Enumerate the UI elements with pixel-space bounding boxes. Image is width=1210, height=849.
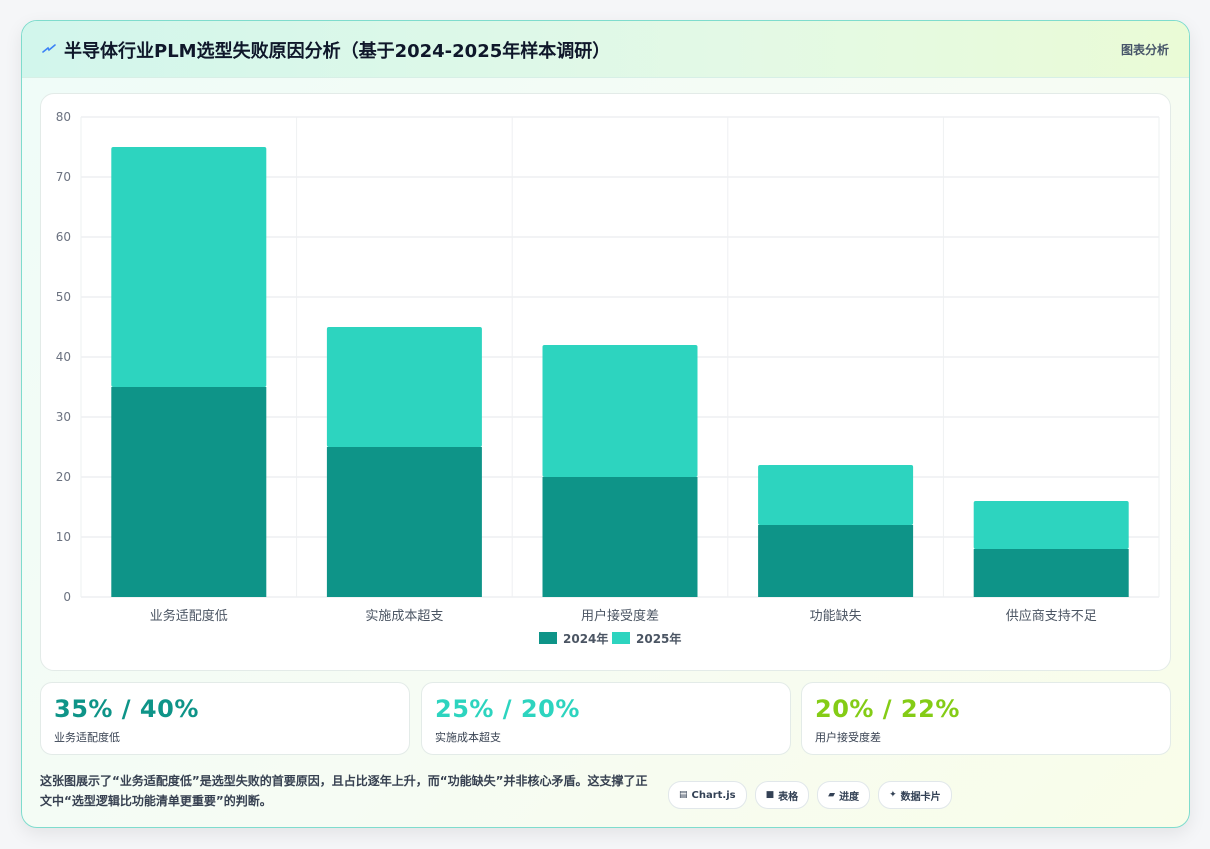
x-tick-label: 实施成本超支: [365, 609, 443, 624]
bar-2025: [111, 147, 267, 387]
stat-label: 实施成本超支: [435, 731, 501, 744]
bar-2025: [542, 345, 698, 477]
table-icon: ■: [765, 790, 775, 800]
chip-label: 进度: [839, 791, 860, 803]
sparkle-icon: ✦: [889, 790, 897, 800]
y-tick-label: 20: [56, 470, 71, 484]
bar-2025: [326, 327, 482, 447]
legend-swatch: [539, 632, 557, 644]
y-tick-label: 0: [63, 590, 71, 604]
bar-2025: [973, 501, 1129, 549]
stat-card-3: 20% / 22% 用户接受度差: [801, 682, 1171, 755]
chart-card: 半导体行业PLM选型失败原因分析（基于2024-2025年样本调研） 图表分析 …: [21, 20, 1190, 828]
stat-value: 25% / 20%: [435, 695, 580, 723]
legend-label: 2024年: [563, 631, 608, 646]
tool-chips: ▤ Chart.js ■ 表格 ▰ 进度 ✦ 数据卡片: [668, 781, 952, 809]
stat-card-1: 35% / 40% 业务适配度低: [40, 682, 410, 755]
stat-value: 35% / 40%: [54, 695, 199, 723]
bar-2025: [758, 465, 914, 525]
chip-table[interactable]: ■ 表格: [754, 781, 810, 809]
chip-data-card[interactable]: ✦ 数据卡片: [878, 781, 952, 809]
lightning-icon: [42, 44, 56, 53]
bar-2024: [542, 477, 698, 597]
x-tick-label: 用户接受度差: [581, 608, 659, 624]
stat-value: 20% / 22%: [815, 695, 960, 723]
x-tick-label: 业务适配度低: [150, 608, 228, 624]
chart-container: 0 10 20 30 40 50 60 70 80 业务适配度低 实施成本超支 用户接受度差 功能缺失 供…: [40, 93, 1171, 671]
bar-2024: [973, 549, 1129, 597]
chip-progress[interactable]: ▰ 进度: [817, 781, 871, 809]
y-tick-label: 70: [56, 170, 71, 184]
y-tick-label: 40: [56, 350, 71, 364]
bar-2024: [326, 447, 482, 597]
stat-label: 用户接受度差: [815, 731, 881, 744]
chip-label: 数据卡片: [900, 791, 941, 803]
y-tick-label: 30: [56, 410, 71, 424]
stacked-bar-chart: 0 10 20 30 40 50 60 70 80 业务适配度低 实施成本超支 用户接受度差 功能缺失 供…: [56, 110, 1160, 646]
y-tick-label: 60: [56, 230, 71, 244]
progress-icon: ▰: [828, 790, 836, 800]
chart-description: 这张图展示了“业务适配度低”是选型失败的首要原因，且占比逐年上升，而“功能缺失”…: [40, 774, 648, 808]
x-tick-label: 功能缺失: [810, 609, 862, 624]
chip-label: Chart.js: [691, 789, 736, 801]
stat-label: 业务适配度低: [54, 731, 120, 744]
chart-icon: ▤: [679, 790, 688, 800]
stat-card-2: 25% / 20% 实施成本超支: [421, 682, 791, 755]
chip-chartjs[interactable]: ▤ Chart.js: [668, 781, 747, 809]
x-tick-label: 供应商支持不足: [1006, 608, 1097, 624]
card-header: 半导体行业PLM选型失败原因分析（基于2024-2025年样本调研） 图表分析: [22, 21, 1189, 78]
y-tick-label: 50: [56, 290, 71, 304]
page-title: 半导体行业PLM选型失败原因分析（基于2024-2025年样本调研）: [64, 41, 611, 62]
y-tick-label: 80: [56, 110, 71, 124]
chip-label: 表格: [778, 791, 799, 803]
chart-analysis-tag[interactable]: 图表分析: [1121, 41, 1169, 58]
bar-2024: [758, 525, 914, 597]
y-tick-label: 10: [56, 530, 71, 544]
bar-2024: [111, 387, 267, 597]
legend-swatch: [612, 632, 630, 644]
legend-label: 2025年: [636, 631, 681, 646]
